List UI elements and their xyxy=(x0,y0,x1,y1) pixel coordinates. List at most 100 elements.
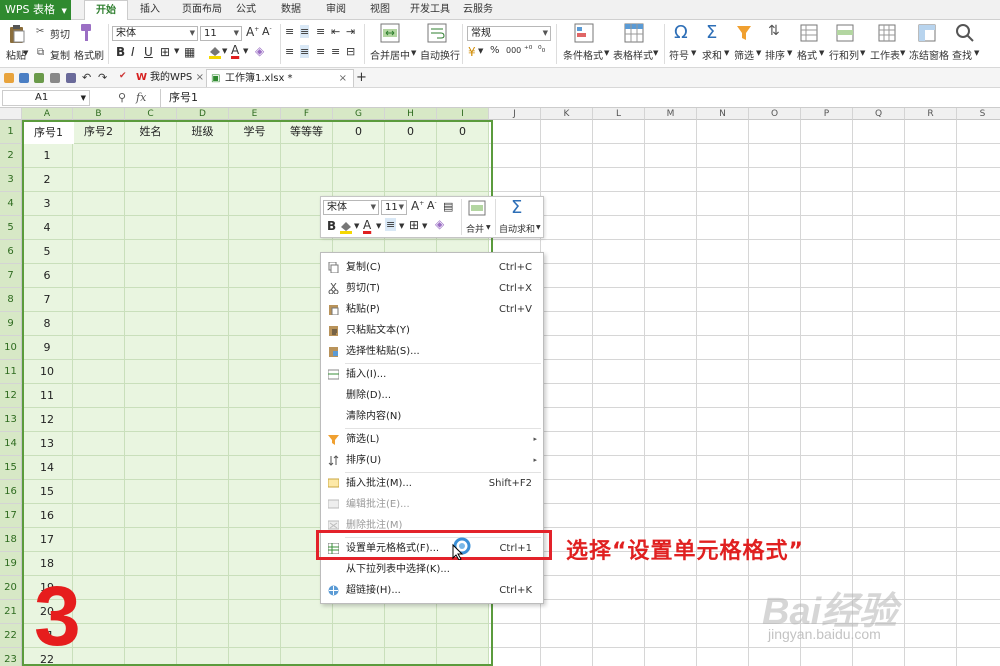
cell-n9[interactable] xyxy=(697,312,749,336)
app-menu-button[interactable]: WPS 表格 ▼ xyxy=(0,0,71,20)
cell-q5[interactable] xyxy=(853,216,905,240)
cell-f2[interactable] xyxy=(281,144,333,168)
cell-o3[interactable] xyxy=(749,168,801,192)
paste-icon[interactable] xyxy=(8,24,26,44)
cell-r3[interactable] xyxy=(905,168,957,192)
cell-c2[interactable] xyxy=(125,144,177,168)
cell-c10[interactable] xyxy=(125,336,177,360)
cell-k8[interactable] xyxy=(541,288,593,312)
cell-b18[interactable] xyxy=(73,528,125,552)
cell-k15[interactable] xyxy=(541,456,593,480)
cell-a4[interactable]: 3 xyxy=(22,192,73,216)
cell-m23[interactable] xyxy=(645,648,697,666)
cell-n13[interactable] xyxy=(697,408,749,432)
cell-e18[interactable] xyxy=(229,528,281,552)
row-col-button[interactable]: 行和列 xyxy=(829,47,859,62)
open-icon[interactable] xyxy=(4,73,14,83)
cell-m10[interactable] xyxy=(645,336,697,360)
cell-r12[interactable] xyxy=(905,384,957,408)
cell-l8[interactable] xyxy=(593,288,645,312)
merge-center-icon[interactable] xyxy=(468,200,486,216)
cell-b11[interactable] xyxy=(73,360,125,384)
cell-b9[interactable] xyxy=(73,312,125,336)
cell-q3[interactable] xyxy=(853,168,905,192)
column-header-s[interactable]: S xyxy=(957,108,1000,120)
cell-n11[interactable] xyxy=(697,360,749,384)
cell-c3[interactable] xyxy=(125,168,177,192)
column-header-d[interactable]: D xyxy=(177,108,229,120)
align-right-icon[interactable]: ≡ xyxy=(316,45,325,58)
cell-p17[interactable] xyxy=(801,504,853,528)
percent-button[interactable]: % xyxy=(490,45,500,56)
cell-a6[interactable]: 5 xyxy=(22,240,73,264)
cell-o14[interactable] xyxy=(749,432,801,456)
cell-e23[interactable] xyxy=(229,648,281,666)
increase-font-icon[interactable]: A+ xyxy=(411,199,424,213)
merge-center-icon[interactable] xyxy=(380,23,400,43)
cell-r8[interactable] xyxy=(905,288,957,312)
cell-i23[interactable] xyxy=(437,648,489,666)
cell-l16[interactable] xyxy=(593,480,645,504)
cell-g1[interactable]: 0 xyxy=(333,120,385,144)
context-item-8[interactable]: 筛选(L) ▸ xyxy=(322,429,542,450)
cell-n8[interactable] xyxy=(697,288,749,312)
context-item-3[interactable]: 只粘贴文本(Y) xyxy=(322,320,542,341)
cell-m17[interactable] xyxy=(645,504,697,528)
cell-a18[interactable]: 17 xyxy=(22,528,73,552)
cell-d13[interactable] xyxy=(177,408,229,432)
cell-d11[interactable] xyxy=(177,360,229,384)
cell-o11[interactable] xyxy=(749,360,801,384)
cell-p18[interactable] xyxy=(801,528,853,552)
cell-n14[interactable] xyxy=(697,432,749,456)
cell-m7[interactable] xyxy=(645,264,697,288)
cell-n7[interactable] xyxy=(697,264,749,288)
cell-o13[interactable] xyxy=(749,408,801,432)
cell-s19[interactable] xyxy=(957,552,1000,576)
cell-r1[interactable] xyxy=(905,120,957,144)
row-header-4[interactable]: 4 xyxy=(0,192,22,216)
close-icon[interactable]: × xyxy=(339,70,347,88)
row-header-23[interactable]: 23 xyxy=(0,648,22,666)
cell-q14[interactable] xyxy=(853,432,905,456)
context-item-6[interactable]: 删除(D)... xyxy=(322,385,542,406)
cell-c9[interactable] xyxy=(125,312,177,336)
cell-r2[interactable] xyxy=(905,144,957,168)
cell-q2[interactable] xyxy=(853,144,905,168)
tab-formula[interactable]: 公式 xyxy=(228,0,264,20)
cell-m15[interactable] xyxy=(645,456,697,480)
row-header-6[interactable]: 6 xyxy=(0,240,22,264)
tab-workbook[interactable]: ▣ 工作簿1.xlsx * × xyxy=(206,69,354,87)
cell-c1[interactable]: 姓名 xyxy=(125,120,177,144)
row-col-icon[interactable] xyxy=(836,24,854,42)
cell-c21[interactable] xyxy=(125,600,177,624)
cell-d16[interactable] xyxy=(177,480,229,504)
cell-m14[interactable] xyxy=(645,432,697,456)
column-header-a[interactable]: A xyxy=(22,108,73,120)
row-header-16[interactable]: 16 xyxy=(0,480,22,504)
worksheet-icon[interactable] xyxy=(878,24,896,42)
cell-l9[interactable] xyxy=(593,312,645,336)
cell-n1[interactable] xyxy=(697,120,749,144)
cell-o17[interactable] xyxy=(749,504,801,528)
cell-c14[interactable] xyxy=(125,432,177,456)
cell-e3[interactable] xyxy=(229,168,281,192)
cell-o4[interactable] xyxy=(749,192,801,216)
cell-s16[interactable] xyxy=(957,480,1000,504)
cell-e11[interactable] xyxy=(229,360,281,384)
cell-o23[interactable] xyxy=(749,648,801,666)
cell-s18[interactable] xyxy=(957,528,1000,552)
cell-d12[interactable] xyxy=(177,384,229,408)
cell-r16[interactable] xyxy=(905,480,957,504)
cell-l17[interactable] xyxy=(593,504,645,528)
cell-b5[interactable] xyxy=(73,216,125,240)
select-all-corner[interactable] xyxy=(0,108,22,120)
column-header-n[interactable]: N xyxy=(697,108,749,120)
increase-decimal-icon[interactable]: ⁺⁰ xyxy=(524,45,532,55)
cell-q11[interactable] xyxy=(853,360,905,384)
cell-s10[interactable] xyxy=(957,336,1000,360)
cell-l1[interactable] xyxy=(593,120,645,144)
row-header-12[interactable]: 12 xyxy=(0,384,22,408)
chevron-down-icon[interactable]: ▼ xyxy=(819,49,824,57)
cell-r15[interactable] xyxy=(905,456,957,480)
cell-p7[interactable] xyxy=(801,264,853,288)
